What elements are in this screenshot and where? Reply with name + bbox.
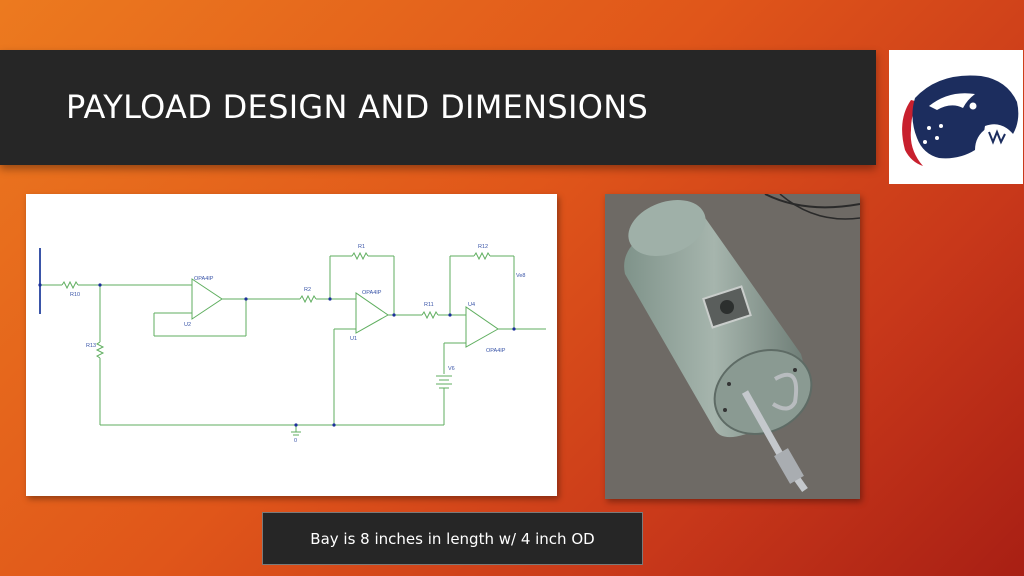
label-gnd: 0 (294, 438, 297, 444)
label-u4: U4 (468, 302, 475, 308)
label-r11: R11 (424, 302, 434, 308)
caption-text: Bay is 8 inches in length w/ 4 inch OD (310, 530, 595, 548)
label-u1-part: OPA4IP (362, 290, 382, 296)
title-bar: PAYLOAD DESIGN AND DIMENSIONS (0, 50, 876, 165)
label-r10: R10 (70, 292, 80, 298)
label-v6: V6 (448, 366, 455, 372)
label-u2: U2 (184, 322, 191, 328)
label-u1: U1 (350, 336, 357, 342)
jaguar-logo-icon (902, 75, 1019, 166)
slide-title: PAYLOAD DESIGN AND DIMENSIONS (66, 88, 649, 126)
label-u2-part: OPA4IP (194, 276, 214, 282)
label-r1: R1 (358, 244, 365, 250)
payload-bay-photo (605, 194, 860, 499)
logo-box (889, 50, 1023, 184)
label-r12: R12 (478, 244, 488, 250)
label-r13: R13 (86, 343, 96, 349)
label-r2: R2 (304, 287, 311, 293)
label-out: Ve8 (516, 273, 525, 279)
caption-box: Bay is 8 inches in length w/ 4 inch OD (262, 512, 643, 565)
label-u4-part: OPA4IP (486, 348, 506, 354)
circuit-schematic: R10 R13 OPA4IP U2 R2 R1 OPA4IP U1 R12 Ve… (26, 194, 557, 496)
